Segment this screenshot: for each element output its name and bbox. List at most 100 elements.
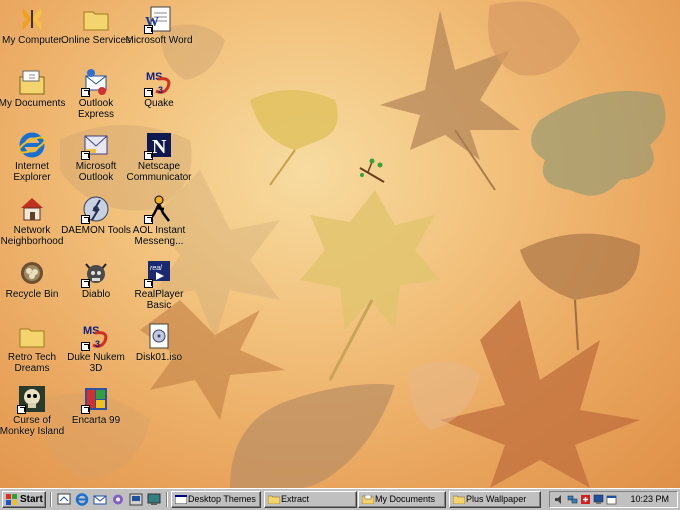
taskbar-button-desktop-themes[interactable]: Desktop Themes bbox=[171, 491, 261, 508]
desktop-icon-duke-nukem-3d[interactable]: MS 3 Duke Nukem 3D bbox=[60, 321, 132, 374]
desktop-icon-microsoft-outlook[interactable]: Microsoft Outlook bbox=[60, 130, 132, 183]
desktop-icon-label: Internet Explorer bbox=[13, 161, 51, 183]
outlook-express-icon bbox=[81, 67, 111, 97]
folder-icon bbox=[453, 495, 465, 504]
aim-icon bbox=[144, 194, 174, 224]
desktop-icon-label: Curse of Monkey Island bbox=[0, 415, 65, 437]
taskbar-separator bbox=[50, 492, 52, 507]
task-label: My Documents bbox=[375, 494, 436, 504]
outlook-express-icon[interactable] bbox=[92, 492, 108, 507]
start-label: Start bbox=[20, 494, 43, 505]
word-icon: W bbox=[144, 4, 174, 34]
desktop[interactable]: My Computer My Documents Internet Explor… bbox=[0, 0, 680, 488]
task-label: Extract bbox=[281, 494, 310, 504]
desktop-icon-retro-tech-dreams[interactable]: Retro Tech Dreams bbox=[0, 321, 68, 374]
desktop-icon-label: Recycle Bin bbox=[5, 289, 59, 300]
desktop-icon-label: Outlook Express bbox=[77, 98, 115, 120]
media-icon[interactable] bbox=[128, 492, 144, 507]
folder-icon bbox=[17, 321, 47, 351]
desktop-icon-label: DAEMON Tools bbox=[61, 225, 131, 236]
desktop-icon-label: Duke Nukem 3D bbox=[67, 352, 125, 374]
desktop-icon-curse-of-monkey-island[interactable]: Curse of Monkey Island bbox=[0, 384, 68, 437]
desktop-icon-label: Retro Tech Dreams bbox=[7, 352, 57, 374]
desktop-icon-outlook-express[interactable]: Outlook Express bbox=[60, 67, 132, 120]
desktop-icon-disk01-iso[interactable]: Disk01.iso bbox=[123, 321, 195, 363]
desktop-icon-encarta-99[interactable]: Encarta 99 bbox=[60, 384, 132, 426]
shortcut-arrow-icon bbox=[81, 342, 90, 351]
desktop-icon-label: Microsoft Word bbox=[125, 35, 193, 46]
shortcut-arrow-icon bbox=[144, 215, 153, 224]
desktop-icon-label: Network Neighborhood bbox=[0, 225, 64, 247]
network-tray-icon[interactable] bbox=[567, 494, 578, 505]
desktop-icon-label: Quake bbox=[144, 98, 174, 109]
desktop-icon-label: Encarta 99 bbox=[71, 415, 121, 426]
desktop-icon-network-neighborhood[interactable]: Network Neighborhood bbox=[0, 194, 68, 247]
desktop-icon-online-services[interactable]: Online Services bbox=[60, 4, 132, 46]
realplayer-icon: real bbox=[144, 258, 174, 288]
folder-icon bbox=[81, 4, 111, 34]
antivirus-icon[interactable] bbox=[580, 494, 591, 505]
internet-explorer-icon[interactable] bbox=[74, 492, 90, 507]
shortcut-arrow-icon bbox=[81, 279, 90, 288]
start-button[interactable]: Start bbox=[2, 491, 46, 508]
quake-icon: MS 3 bbox=[144, 67, 174, 97]
task-label: Desktop Themes bbox=[188, 494, 256, 504]
scheduler-icon[interactable] bbox=[606, 494, 617, 505]
taskbar-button-my-documents[interactable]: My Documents bbox=[358, 491, 446, 508]
shortcut-arrow-icon bbox=[81, 151, 90, 160]
desktop-icon-diablo[interactable]: Diablo bbox=[60, 258, 132, 300]
folder-icon bbox=[268, 495, 280, 504]
channels-icon[interactable] bbox=[110, 492, 126, 507]
taskbar-separator bbox=[166, 492, 168, 507]
duke-nukem-icon: MS 3 bbox=[81, 321, 111, 351]
desktop-icon-internet-explorer[interactable]: Internet Explorer bbox=[0, 130, 68, 183]
desktop-icon-label: My Documents bbox=[0, 98, 66, 109]
taskbar-button-extract[interactable]: Extract bbox=[264, 491, 357, 508]
desktop-icon-label: Microsoft Outlook bbox=[75, 161, 117, 183]
monitor-icon[interactable] bbox=[146, 492, 162, 507]
desktop-icon-recycle-bin[interactable]: Recycle Bin bbox=[0, 258, 68, 300]
desktop-icon-my-computer[interactable]: My Computer bbox=[0, 4, 68, 46]
shortcut-arrow-icon bbox=[81, 215, 90, 224]
diablo-icon bbox=[81, 258, 111, 288]
desktop-icon-label: Online Services bbox=[60, 35, 132, 46]
network-icon bbox=[17, 194, 47, 224]
desktop-icon-aol-instant-messenger[interactable]: AOL Instant Messeng... bbox=[123, 194, 195, 247]
svg-text:MS: MS bbox=[146, 71, 163, 83]
shortcut-arrow-icon bbox=[81, 88, 90, 97]
window-icon bbox=[175, 495, 187, 504]
disc-image-icon bbox=[144, 321, 174, 351]
my-computer-icon bbox=[17, 4, 47, 34]
show-desktop-icon[interactable] bbox=[56, 492, 72, 507]
display-settings-icon[interactable] bbox=[593, 494, 604, 505]
svg-text:MS: MS bbox=[83, 325, 100, 337]
internet-explorer-icon bbox=[17, 130, 47, 160]
my-documents-icon bbox=[362, 495, 374, 504]
desktop-icon-label: Disk01.iso bbox=[135, 352, 183, 363]
clock[interactable]: 10:23 PM bbox=[630, 492, 669, 507]
desktop-icon-realplayer-basic[interactable]: real RealPlayer Basic bbox=[123, 258, 195, 311]
windows-logo-icon bbox=[6, 494, 17, 505]
desktop-icon-microsoft-word[interactable]: W Microsoft Word bbox=[123, 4, 195, 46]
encarta-icon bbox=[81, 384, 111, 414]
desktop-icon-quake[interactable]: MS 3 Quake bbox=[123, 67, 195, 109]
daemon-tools-icon bbox=[81, 194, 111, 224]
netscape-icon: N bbox=[144, 130, 174, 160]
recycle-bin-icon bbox=[17, 258, 47, 288]
taskbar: Start Desktop Themes Extract My Document… bbox=[0, 488, 680, 510]
shortcut-arrow-icon bbox=[144, 151, 153, 160]
svg-text:real: real bbox=[150, 265, 162, 272]
desktop-icon-label: Netscape Communicator bbox=[126, 161, 192, 183]
shortcut-arrow-icon bbox=[144, 279, 153, 288]
system-tray: 10:23 PM bbox=[549, 491, 678, 508]
desktop-icon-my-documents[interactable]: My Documents bbox=[0, 67, 68, 109]
desktop-icon-label: AOL Instant Messeng... bbox=[132, 225, 186, 247]
taskbar-button-plus-wallpaper[interactable]: Plus Wallpaper bbox=[449, 491, 541, 508]
desktop-icon-label: Diablo bbox=[81, 289, 111, 300]
desktop-icon-daemon-tools[interactable]: DAEMON Tools bbox=[60, 194, 132, 236]
volume-icon[interactable] bbox=[554, 494, 565, 505]
monkey-island-icon bbox=[17, 384, 47, 414]
desktop-icon-netscape-communicator[interactable]: N Netscape Communicator bbox=[123, 130, 195, 183]
task-label: Plus Wallpaper bbox=[466, 494, 527, 504]
svg-text:3: 3 bbox=[158, 85, 163, 95]
